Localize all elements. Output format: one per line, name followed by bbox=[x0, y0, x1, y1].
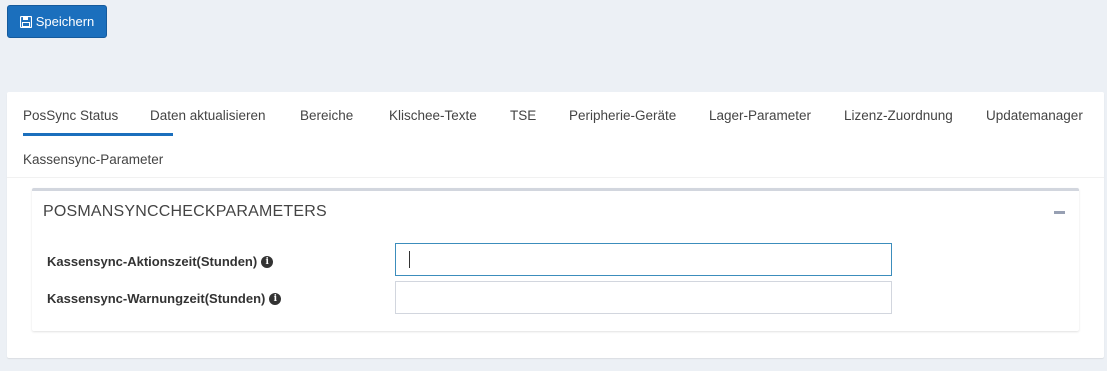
aktionszeit-input[interactable] bbox=[395, 243, 892, 276]
tab-tse[interactable]: TSE bbox=[510, 92, 536, 136]
tab-lizenz-zuordnung[interactable]: Lizenz-Zuordnung bbox=[844, 92, 953, 136]
tabs-divider bbox=[7, 177, 1104, 178]
tab-updatemanager[interactable]: Updatemanager bbox=[986, 92, 1083, 136]
tab-lager-parameter[interactable]: Lager-Parameter bbox=[709, 92, 811, 136]
save-button-label: Speichern bbox=[35, 14, 95, 29]
tab-daten-aktualisieren[interactable]: Daten aktualisieren bbox=[150, 92, 266, 136]
collapse-minus-icon[interactable] bbox=[1054, 211, 1065, 214]
text-caret bbox=[409, 251, 410, 268]
tab-panel: PosSync Status Daten aktualisieren Berei… bbox=[7, 92, 1104, 358]
tab-bereiche[interactable]: Bereiche bbox=[300, 92, 353, 136]
section-title: POSMANSYNCCHECKPARAMETERS bbox=[43, 203, 327, 220]
tab-klischee-texte[interactable]: Klischee-Texte bbox=[389, 92, 477, 136]
info-icon[interactable]: i bbox=[261, 255, 274, 268]
save-button[interactable]: Speichern bbox=[7, 5, 107, 38]
field-label-text: Kassensync-Aktionszeit(Stunden) bbox=[47, 254, 258, 269]
floppy-disk-icon bbox=[19, 15, 32, 28]
field-label-text: Kassensync-Warnungzeit(Stunden) bbox=[47, 291, 266, 306]
tab-peripherie-geraete[interactable]: Peripherie-Geräte bbox=[569, 92, 676, 136]
settings-box: POSMANSYNCCHECKPARAMETERS Kassensync-Akt… bbox=[32, 188, 1079, 331]
info-icon[interactable]: i bbox=[269, 292, 282, 305]
field-label-warnungzeit: Kassensync-Warnungzeit(Stunden) i bbox=[47, 291, 282, 306]
field-label-aktionszeit: Kassensync-Aktionszeit(Stunden) i bbox=[47, 254, 274, 269]
tab-kassensync-parameter[interactable]: Kassensync-Parameter bbox=[23, 136, 163, 180]
warnungzeit-input[interactable] bbox=[395, 281, 892, 314]
